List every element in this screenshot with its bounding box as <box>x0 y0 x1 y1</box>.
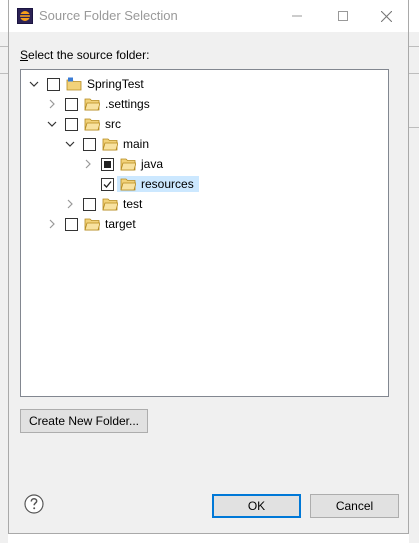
tree-item-label: src <box>105 117 121 131</box>
checkbox-main[interactable] <box>83 137 96 151</box>
selection-highlight: resources <box>117 176 199 192</box>
tree-item-label: target <box>105 217 136 231</box>
tree-item-label: .settings <box>105 97 150 111</box>
tree-item-label: main <box>123 137 150 151</box>
help-icon[interactable] <box>24 494 44 514</box>
tree-item-label: java <box>141 157 164 171</box>
chevron-down-icon[interactable] <box>45 114 59 134</box>
tree-item-label: resources <box>141 177 194 191</box>
chevron-down-icon[interactable] <box>63 134 77 154</box>
folder-icon <box>102 198 118 211</box>
tree-item-test[interactable]: test <box>63 194 144 214</box>
window-title: Source Folder Selection <box>39 8 178 23</box>
folder-icon <box>84 118 100 131</box>
folder-icon <box>120 178 136 191</box>
folder-icon <box>102 138 118 151</box>
folder-icon <box>120 158 136 171</box>
checkbox-src[interactable] <box>65 117 78 131</box>
title-bar[interactable]: Source Folder Selection <box>9 0 408 32</box>
maximize-icon <box>338 11 348 21</box>
maximize-button[interactable] <box>320 0 366 32</box>
tree-item-settings[interactable]: .settings <box>45 94 152 114</box>
eclipse-icon <box>17 8 33 24</box>
close-icon <box>380 10 392 22</box>
close-button[interactable] <box>363 0 409 32</box>
folder-icon <box>84 98 100 111</box>
tree-item-label: test <box>123 197 143 211</box>
tree-item-main[interactable]: main <box>63 134 151 154</box>
chevron-down-icon[interactable] <box>27 74 41 94</box>
background-window-right <box>409 32 419 543</box>
checkmark-icon <box>103 180 112 188</box>
ok-button[interactable]: OK <box>212 494 301 518</box>
tree-item-label: SpringTest <box>87 77 144 91</box>
checkbox-target[interactable] <box>65 217 78 231</box>
label-mnemonic: S <box>20 48 29 62</box>
checkbox-settings[interactable] <box>65 97 78 111</box>
tree-item-target[interactable]: target <box>45 214 138 234</box>
tree-item-resources[interactable]: resources <box>95 174 199 194</box>
source-folder-dialog: Source Folder Selection Select the sourc… <box>8 0 409 534</box>
project-folder-icon <box>66 77 82 91</box>
chevron-right-icon[interactable] <box>63 194 77 214</box>
chevron-right-icon[interactable] <box>45 94 59 114</box>
chevron-right-icon[interactable] <box>45 214 59 234</box>
cancel-button[interactable]: Cancel <box>310 494 399 518</box>
tree-item-java[interactable]: java <box>81 154 165 174</box>
minimize-button[interactable] <box>274 0 320 32</box>
select-source-folder-label: Select the source folder: <box>20 48 149 62</box>
folder-tree[interactable]: SpringTest .settings src main java resou… <box>20 69 389 397</box>
tree-item-src[interactable]: src <box>45 114 123 134</box>
chevron-right-icon[interactable] <box>81 154 95 174</box>
checkbox-test[interactable] <box>83 197 96 211</box>
label-text: elect the source folder: <box>28 48 150 62</box>
folder-icon <box>84 218 100 231</box>
checkbox-resources[interactable] <box>101 177 114 191</box>
minimize-icon <box>292 15 302 17</box>
background-window-left <box>0 32 8 543</box>
checkbox-java[interactable] <box>101 157 114 171</box>
tree-item-springtest[interactable]: SpringTest <box>27 74 146 94</box>
checkbox-springtest[interactable] <box>47 77 60 91</box>
create-new-folder-button[interactable]: Create New Folder... <box>20 409 148 433</box>
